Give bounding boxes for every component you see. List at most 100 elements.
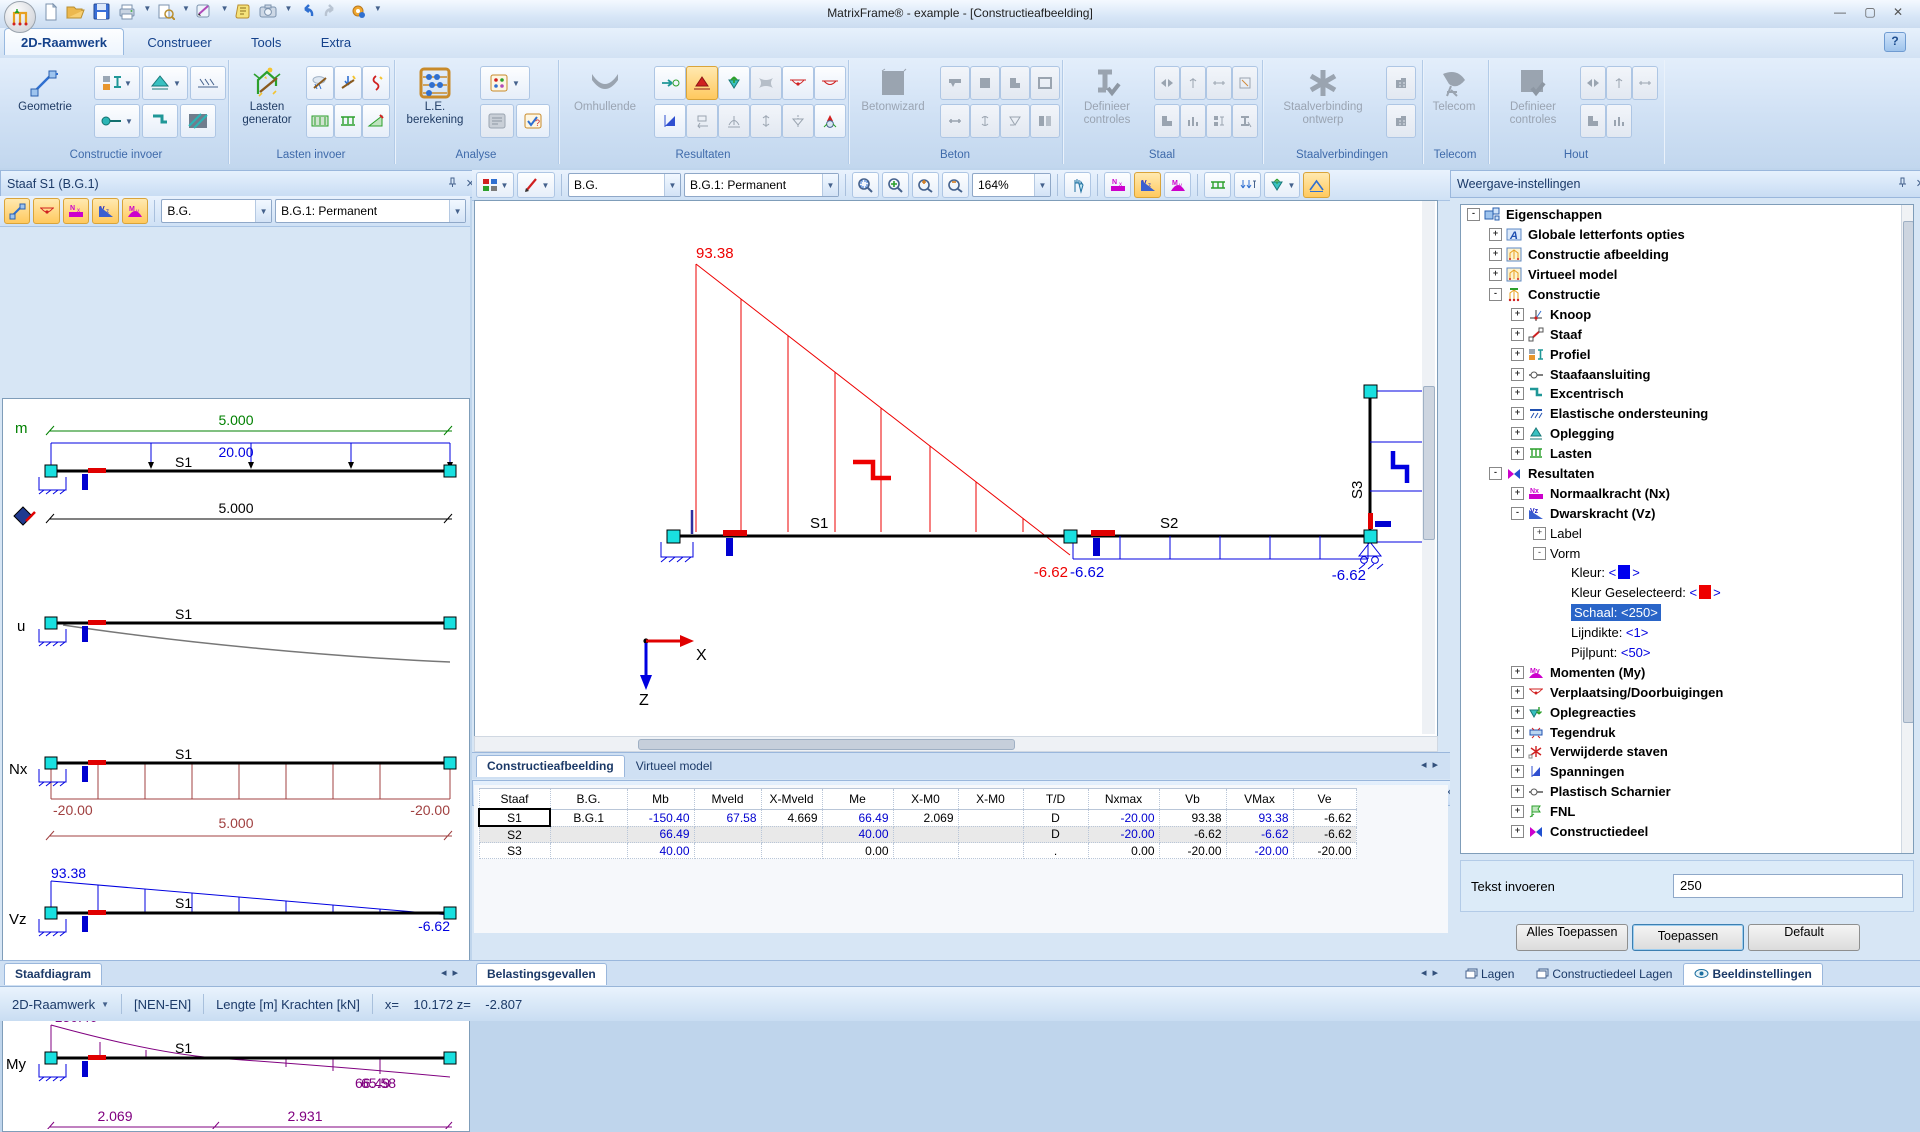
betonwizard-button[interactable]: Betonwizard [854, 64, 932, 146]
staafdiagram-nx-toggle[interactable]: Nx [63, 198, 89, 224]
tree-item-staaf[interactable]: +Staaf [1461, 324, 1913, 344]
collapse-icon[interactable]: - [1511, 507, 1524, 520]
result-stress5-view-button[interactable] [782, 104, 814, 138]
tree-item-fnl[interactable]: +FNL [1461, 802, 1913, 822]
cell[interactable] [694, 826, 761, 843]
main-bg-combobox[interactable]: B.G.▼ [568, 173, 681, 197]
tab-staafdiagram[interactable]: Staafdiagram [4, 963, 102, 985]
result-stress-view-button[interactable] [654, 104, 686, 138]
print-dropdown-icon[interactable]: ▼ [143, 4, 151, 13]
cell[interactable]: -6.62 [1293, 809, 1356, 826]
cell[interactable]: S3 [479, 843, 550, 859]
triangle-load-button[interactable] [362, 104, 390, 138]
h-scroll-thumb[interactable] [638, 739, 1015, 750]
print-preview-icon[interactable] [155, 3, 177, 23]
show-supports-button[interactable] [1204, 172, 1231, 198]
cell[interactable]: -20.00 [1088, 809, 1159, 826]
expand-icon[interactable]: + [1511, 765, 1524, 778]
cell[interactable]: -20.00 [1226, 843, 1293, 859]
save-icon[interactable] [91, 3, 113, 23]
default-button[interactable]: Default [1748, 924, 1860, 951]
expand-icon[interactable]: + [1511, 427, 1524, 440]
column-header-vb[interactable]: Vb [1159, 789, 1226, 810]
tab-constructiedeel-lagen[interactable]: Constructiedeel Lagen [1525, 963, 1683, 986]
tree-item-kleur-geselecteerd[interactable]: Kleur Geselecteerd: <> [1461, 583, 1913, 603]
staalverbinding-ontwerp-button[interactable]: Staalverbinding ontwerp [1266, 64, 1380, 146]
settings-gear-icon[interactable] [347, 3, 369, 23]
combo-arrow-icon[interactable]: ▼ [449, 200, 465, 222]
hout-tool-4-button[interactable] [1580, 104, 1606, 138]
zoom-window-button[interactable] [852, 172, 879, 198]
staafdiagram-geometry-toggle[interactable] [4, 198, 30, 224]
cell[interactable]: -150.40 [627, 809, 694, 826]
zoom-extents-button[interactable] [882, 172, 909, 198]
beton-tool-7-button[interactable] [1000, 104, 1030, 138]
staal-tool-8-button[interactable] [1232, 104, 1258, 138]
tree-item-dwarskracht-vz[interactable]: -VzDwarskracht (Vz) [1461, 503, 1913, 523]
result-contour-view-button[interactable] [750, 66, 782, 100]
cell[interactable]: -20.00 [1159, 843, 1226, 859]
display-palette-button[interactable]: ▼ [476, 172, 514, 198]
staafdiagram-displacement-toggle[interactable] [33, 198, 59, 224]
tree-item-pijlpunt[interactable]: Pijlpunt: <50> [1461, 643, 1913, 663]
minimize-button[interactable]: — [1826, 4, 1854, 23]
cell[interactable]: 4.669 [761, 809, 822, 826]
show-my-button[interactable]: My [1164, 172, 1191, 198]
beton-tool-3-button[interactable] [1000, 66, 1030, 100]
frame-load-button[interactable] [306, 104, 334, 138]
lasten-generator-button[interactable]: Lasten generator [234, 64, 300, 146]
staal-tool-6-button[interactable] [1180, 104, 1206, 138]
oplegging-tool-button[interactable]: ▼ [142, 66, 188, 100]
cell[interactable]: 66.49 [627, 826, 694, 843]
column-header-vmax[interactable]: VMax [1226, 789, 1293, 810]
status-units[interactable]: Lengte [m] Krachten [kN] [216, 997, 360, 1012]
wind-load-button[interactable] [306, 66, 334, 100]
curve-load-button[interactable] [362, 66, 390, 100]
tree-item-lijndikte[interactable]: Lijndikte: <1> [1461, 623, 1913, 643]
cell[interactable]: -20.00 [1088, 826, 1159, 843]
expand-icon[interactable]: + [1511, 825, 1524, 838]
profiel-tool-button[interactable]: ▼ [94, 66, 140, 100]
tree-item-momenten-my[interactable]: +MyMomenten (My) [1461, 662, 1913, 682]
right-panel-pin-icon[interactable] [1897, 177, 1908, 191]
toepassen-button[interactable]: Toepassen [1632, 924, 1744, 951]
cell[interactable]: 67.58 [694, 809, 761, 826]
status-mode-dropdown-icon[interactable]: ▼ [101, 1000, 109, 1009]
construction-canvas[interactable]: 93.38 S1 S2 S3 [474, 200, 1438, 737]
open-file-icon[interactable] [65, 3, 87, 23]
tree-item-lasten[interactable]: +Lasten [1461, 444, 1913, 464]
pan-button[interactable] [1064, 172, 1091, 198]
tree-item-staafaansluiting[interactable]: +Staafaansluiting [1461, 364, 1913, 384]
cell[interactable]: -6.62 [1226, 826, 1293, 843]
beton-tool-6-button[interactable] [970, 104, 1000, 138]
app-logo-icon[interactable] [4, 1, 36, 33]
result-snap-view-button[interactable] [814, 104, 846, 138]
expand-icon[interactable]: + [1511, 387, 1524, 400]
expand-icon[interactable]: + [1511, 666, 1524, 679]
left-bg-combobox[interactable]: B.G.▼ [161, 199, 272, 223]
tree-item-verwijderde-staven[interactable]: +Verwijderde staven [1461, 742, 1913, 762]
snapshot-dropdown-icon[interactable]: ▼ [285, 4, 293, 13]
tree-item-plastisch-scharnier[interactable]: +Plastisch Scharnier [1461, 782, 1913, 802]
tree-item-kleur[interactable]: Kleur: <> [1461, 563, 1913, 583]
expand-icon[interactable]: + [1511, 447, 1524, 460]
beam-load-button[interactable] [334, 104, 362, 138]
result-displacement-view-button[interactable] [718, 66, 750, 100]
result-curve2-view-button[interactable] [814, 66, 846, 100]
alles-toepassen-button[interactable]: Alles Toepassen [1516, 924, 1628, 951]
left-tab-scroll-arrows[interactable]: ◂▸ [433, 961, 472, 984]
cell[interactable]: -20.00 [1293, 843, 1356, 859]
print-icon[interactable] [116, 3, 138, 23]
beton-tool-2-button[interactable] [970, 66, 1000, 100]
result-stress3-view-button[interactable] [718, 104, 750, 138]
expand-icon[interactable]: + [1511, 368, 1524, 381]
cell[interactable] [761, 826, 822, 843]
tree-item-verplaatsing-doorbuigingen[interactable]: +Verplaatsing/Doorbuigingen [1461, 682, 1913, 702]
result-stress4-view-button[interactable] [750, 104, 782, 138]
zoom-out-button[interactable] [942, 172, 969, 198]
canvas-vertical-scrollbar[interactable] [1422, 201, 1435, 734]
column-header-b.g.[interactable]: B.G. [550, 789, 627, 810]
result-stress2-view-button[interactable] [686, 104, 718, 138]
expand-icon[interactable]: + [1511, 706, 1524, 719]
column-header-staaf[interactable]: Staaf [479, 789, 550, 810]
